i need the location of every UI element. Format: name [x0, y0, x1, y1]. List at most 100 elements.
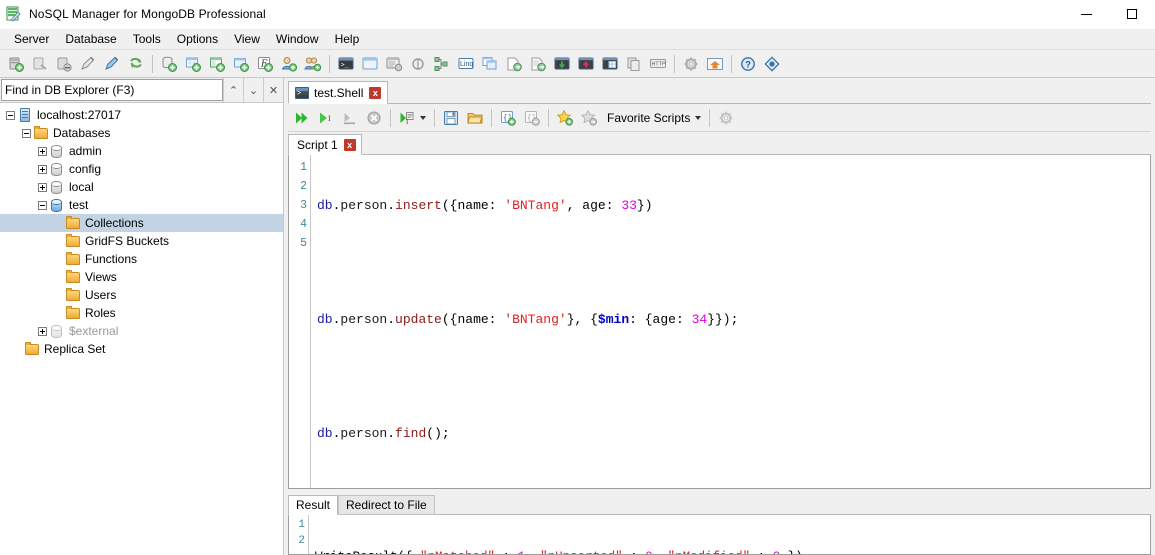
result-line-number-gutter: 1 2: [289, 515, 309, 554]
find-close-icon[interactable]: ✕: [263, 78, 283, 102]
code-editor[interactable]: 1 2 3 4 5 db.person.insert({name: 'BNTan…: [288, 155, 1151, 489]
tree-node-config[interactable]: config: [0, 160, 283, 178]
import-icon[interactable]: [502, 52, 526, 76]
maximize-button[interactable]: [1109, 0, 1155, 28]
expander-plus-icon[interactable]: [38, 182, 47, 192]
editor-code-content[interactable]: db.person.insert({name: 'BNTang', age: 3…: [311, 155, 1150, 488]
stop-icon[interactable]: [362, 106, 386, 130]
menu-window[interactable]: Window: [268, 30, 327, 49]
tree-view-icon[interactable]: [430, 52, 454, 76]
tree-node-views[interactable]: Views: [0, 268, 283, 286]
tree-node-collections[interactable]: Collections: [0, 214, 283, 232]
menu-tools[interactable]: Tools: [125, 30, 169, 49]
tab-redirect-to-file[interactable]: Redirect to File: [338, 495, 435, 515]
remove-connection-icon[interactable]: [52, 52, 76, 76]
tree-node-databases[interactable]: Databases: [0, 124, 283, 142]
result-token: ,: [653, 550, 668, 554]
refresh-icon[interactable]: [124, 52, 148, 76]
close-script-icon[interactable]: {}: [520, 106, 544, 130]
tree-node-roles[interactable]: Roles: [0, 304, 283, 322]
menu-server[interactable]: Server: [6, 30, 57, 49]
new-view-icon[interactable]: [205, 52, 229, 76]
database-icon: [49, 179, 65, 195]
expander-minus-icon[interactable]: [22, 128, 31, 138]
db-explorer-tree-container[interactable]: localhost:27017 Databases admin config l…: [0, 103, 283, 555]
about-icon[interactable]: [760, 52, 784, 76]
expander-plus-icon[interactable]: [38, 326, 47, 336]
shell-grid-icon[interactable]: [598, 52, 622, 76]
linq-icon[interactable]: Linq: [454, 52, 478, 76]
remove-favorite-icon[interactable]: [577, 106, 601, 130]
execute-all-icon[interactable]: [290, 106, 314, 130]
shell-import-icon[interactable]: [550, 52, 574, 76]
http-interface-icon[interactable]: HTTP: [646, 52, 670, 76]
tree-node-admin[interactable]: admin: [0, 142, 283, 160]
find-in-db-explorer-input[interactable]: [1, 79, 223, 101]
tree-node-localhost[interactable]: localhost:27017: [0, 106, 283, 124]
new-script-icon[interactable]: {}: [496, 106, 520, 130]
tree-node-test[interactable]: test: [0, 196, 283, 214]
expander-plus-icon[interactable]: [38, 164, 47, 174]
export-icon[interactable]: [526, 52, 550, 76]
tree-node-functions[interactable]: Functions: [0, 250, 283, 268]
expander-plus-icon[interactable]: [38, 146, 47, 156]
shell-export-icon[interactable]: [574, 52, 598, 76]
new-database-icon[interactable]: [157, 52, 181, 76]
disconnect-icon[interactable]: [28, 52, 52, 76]
open-script-icon[interactable]: [463, 106, 487, 130]
tree-node-replica-set[interactable]: Replica Set: [0, 340, 283, 358]
aggregation-icon[interactable]: [406, 52, 430, 76]
compare-icon[interactable]: [478, 52, 502, 76]
new-role-icon[interactable]: [301, 52, 325, 76]
shell-settings-gear-icon[interactable]: [714, 106, 738, 130]
connect-icon[interactable]: [4, 52, 28, 76]
result-code-content[interactable]: WriteResult({ "nMatched" : 1, "nUpserted…: [309, 515, 1150, 554]
document-window-icon[interactable]: [358, 52, 382, 76]
expander-minus-icon[interactable]: [38, 200, 47, 210]
menu-options[interactable]: Options: [169, 30, 226, 49]
tab-result[interactable]: Result: [288, 495, 339, 515]
menu-database[interactable]: Database: [57, 30, 124, 49]
database-icon: [49, 323, 65, 339]
code-token: }, {: [566, 312, 598, 327]
edit-connection-icon[interactable]: [76, 52, 100, 76]
settings-gear-icon[interactable]: [679, 52, 703, 76]
tab-script-1[interactable]: Script 1 x: [288, 134, 362, 155]
tree-node-gridfs-buckets[interactable]: GridFS Buckets: [0, 232, 283, 250]
save-script-icon[interactable]: [439, 106, 463, 130]
execute-options-icon[interactable]: I: [395, 106, 419, 130]
new-user-icon[interactable]: [277, 52, 301, 76]
close-icon[interactable]: x: [343, 138, 356, 151]
close-icon[interactable]: x: [369, 86, 382, 99]
tree-node-label: local: [69, 180, 94, 194]
execute-to-cursor-icon[interactable]: [338, 106, 362, 130]
find-next-icon[interactable]: ⌄: [243, 78, 263, 102]
find-previous-icon[interactable]: ⌃: [223, 78, 243, 102]
new-gridfs-bucket-icon[interactable]: [229, 52, 253, 76]
editor-pane: test.Shell x I: [284, 78, 1155, 555]
tree-node-local[interactable]: local: [0, 178, 283, 196]
new-collection-icon[interactable]: [181, 52, 205, 76]
home-icon[interactable]: [703, 52, 727, 76]
execute-step-icon[interactable]: I: [314, 106, 338, 130]
execute-options-chevron-down-icon[interactable]: [420, 115, 426, 120]
svg-text:Linq: Linq: [460, 61, 473, 68]
shell-icon[interactable]: >_: [334, 52, 358, 76]
code-token: db: [317, 198, 333, 213]
tree-node-external[interactable]: $external: [0, 322, 283, 340]
options-window-icon[interactable]: [382, 52, 406, 76]
favorite-scripts-button[interactable]: Favorite Scripts: [601, 111, 705, 125]
menu-view[interactable]: View: [226, 30, 268, 49]
application-window: NoSQL Manager for MongoDB Professional S…: [0, 0, 1155, 555]
minimize-button[interactable]: [1063, 0, 1109, 28]
expander-minus-icon[interactable]: [6, 110, 15, 120]
menu-help[interactable]: Help: [327, 30, 368, 49]
help-icon[interactable]: ?: [736, 52, 760, 76]
copy-database-icon[interactable]: [622, 52, 646, 76]
result-output-panel[interactable]: 1 2 WriteResult({ "nMatched" : 1, "nUpse…: [288, 515, 1151, 555]
new-function-icon[interactable]: F: [253, 52, 277, 76]
new-connection-icon[interactable]: [100, 52, 124, 76]
add-favorite-icon[interactable]: [553, 106, 577, 130]
tab-test-shell[interactable]: test.Shell x: [288, 81, 389, 104]
tree-node-users[interactable]: Users: [0, 286, 283, 304]
